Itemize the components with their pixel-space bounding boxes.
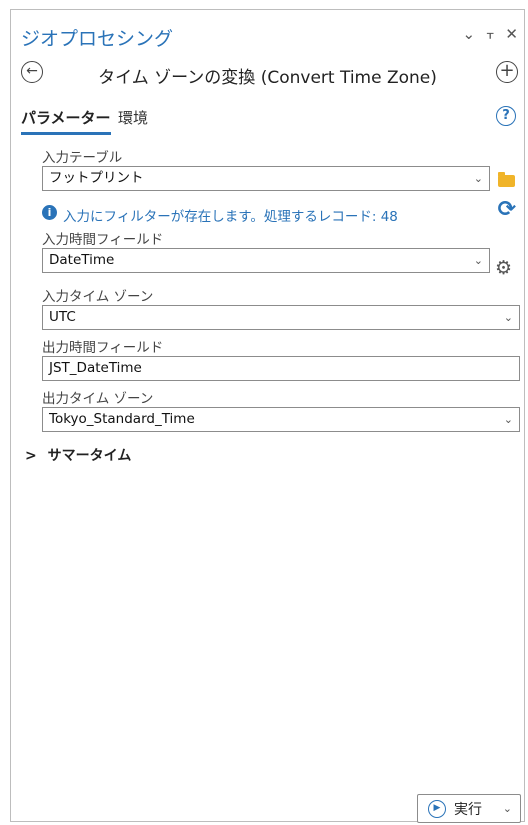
chevron-down-icon: ⌄ [503,413,513,426]
add-icon[interactable]: + [496,61,518,83]
run-button[interactable]: ▶ 実行 ⌄ [417,794,521,823]
tool-title: タイム ゾーンの変換 (Convert Time Zone) [98,68,437,88]
info-icon: i [42,205,57,220]
chevron-right-icon: > [25,448,37,464]
folder-icon[interactable] [498,172,515,187]
filter-info-text: 入力にフィルターが存在します。処理するレコード: 48 [63,209,398,225]
input-time-field-value: DateTime [49,252,115,268]
menu-dropdown-icon[interactable]: ⌄ [462,26,475,42]
input-time-zone-dropdown[interactable]: UTC ⌄ [42,305,520,330]
output-time-zone-dropdown[interactable]: Tokyo_Standard_Time ⌄ [42,407,520,432]
chevron-down-icon: ⌄ [503,311,513,324]
chevron-down-icon: ⌄ [473,254,483,267]
pin-icon[interactable]: ᚁ [487,26,493,42]
tab-parameters[interactable]: パラメーター [21,107,111,135]
chevron-down-icon: ⌄ [473,172,483,185]
geoprocessing-pane: ジオプロセシング ⌄ ᚁ ✕ ← タイム ゾーンの変換 (Convert Tim… [10,9,525,823]
pane-title: ジオプロセシング [21,28,174,50]
output-time-field-value: JST_DateTime [49,360,142,376]
close-icon[interactable]: ✕ [505,26,518,42]
window-controls: ⌄ ᚁ ✕ [462,26,518,42]
tab-environments[interactable]: 環境 [118,107,148,128]
output-time-zone-label: 出力タイム ゾーン [42,391,154,407]
run-label: 実行 [454,801,482,818]
output-time-zone-value: Tokyo_Standard_Time [49,411,195,427]
refresh-icon[interactable]: ⟳ [498,197,516,222]
input-table-label: 入力テーブル [42,150,123,166]
input-table-value: フットプリント [49,170,144,186]
daylight-saving-section-toggle[interactable]: > サマータイム [25,445,131,465]
input-time-zone-value: UTC [49,309,76,325]
input-time-field-label: 入力時間フィールド [42,232,164,248]
output-time-field-input[interactable]: JST_DateTime [42,356,520,381]
gear-icon[interactable]: ⚙ [495,257,512,279]
help-icon[interactable]: ? [496,106,516,126]
play-icon: ▶ [428,799,446,818]
daylight-saving-label: サマータイム [47,448,132,464]
chevron-down-icon[interactable]: ⌄ [503,802,512,815]
input-time-field-dropdown[interactable]: DateTime ⌄ [42,248,490,273]
output-time-field-label: 出力時間フィールド [42,340,164,356]
input-table-dropdown[interactable]: フットプリント ⌄ [42,166,490,191]
input-time-zone-label: 入力タイム ゾーン [42,289,154,305]
